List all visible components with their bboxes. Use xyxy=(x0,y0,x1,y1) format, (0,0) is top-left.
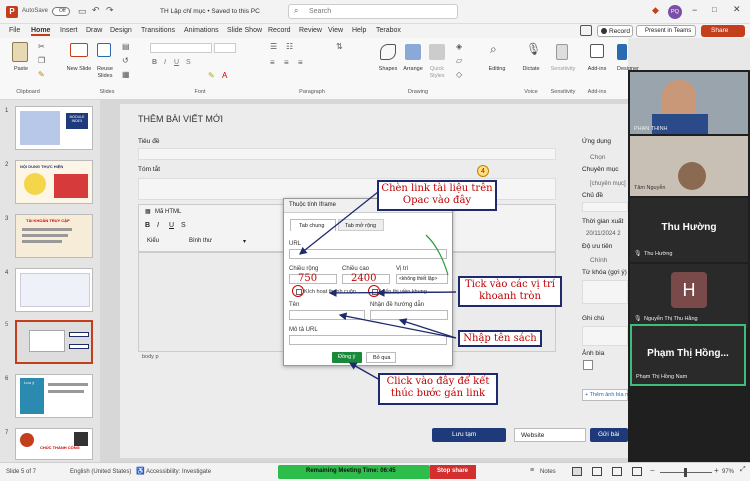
green-check-mark xyxy=(425,234,449,276)
participant-tile-5[interactable]: Phạm Thị Hồng... Phạm Thị Hồng Nam xyxy=(630,324,746,386)
zoom-slider-thumb[interactable] xyxy=(684,468,687,477)
meeting-time: Remaining Meeting Time: 06:45 xyxy=(306,468,396,474)
participant-big-name: Phạm Thị Hồng... xyxy=(647,348,729,359)
participant-name: PHAN THINH xyxy=(634,126,668,132)
mic-icon: 🎙 xyxy=(634,316,642,322)
participant-tile-1[interactable]: PHAN THINH xyxy=(630,72,748,134)
callout-click-finish: Click vào đây để kết thúc bước gán link xyxy=(378,373,498,405)
mic-icon: 🎙 xyxy=(634,251,642,257)
callout-tick-checkboxes: Tick vào các vị trí khoanh tròn xyxy=(458,276,562,307)
participant-big-name: Thu Hường xyxy=(661,222,717,233)
participant-name: Nguyễn Thị Thu Hằng xyxy=(644,316,698,322)
arrow-ok xyxy=(348,362,381,381)
fit-slide-icon[interactable]: ⤢ xyxy=(740,466,746,474)
slideshow-icon[interactable] xyxy=(632,467,642,476)
meeting-video-panel: PHAN THINH Tâm Nguyễn Thu Hường 🎙 Thu Hư… xyxy=(628,70,750,462)
slide-sorter-icon[interactable] xyxy=(592,467,602,476)
callout-enter-book-name: Nhập tên sách xyxy=(458,330,542,347)
reading-view-icon[interactable] xyxy=(612,467,622,476)
arrow-name-1 xyxy=(338,312,457,339)
language[interactable]: English (United States) xyxy=(70,469,131,475)
participant-tile-3[interactable]: Thu Hường 🎙 Thu Hường xyxy=(630,198,748,262)
step-badge: 4 xyxy=(477,165,489,177)
accessibility-icon[interactable]: ♿ xyxy=(136,467,145,475)
participant-avatar: H xyxy=(671,272,707,308)
stop-share-button[interactable]: Stop share xyxy=(430,465,476,479)
callout-insert-link: Chèn link tài liệu trên Opac vào đây xyxy=(377,180,497,211)
notes-button[interactable]: Notes xyxy=(540,469,556,475)
participant-name: Tâm Nguyễn xyxy=(634,185,666,191)
zoom-in-icon[interactable]: + xyxy=(714,466,719,475)
arrow-url xyxy=(298,191,379,255)
meeting-time-banner: Remaining Meeting Time: 06:45 xyxy=(278,465,430,479)
notes-icon[interactable]: ≡ xyxy=(530,467,534,474)
participant-name: Thu Hường xyxy=(644,251,673,257)
participant-tile-2[interactable]: Tâm Nguyễn xyxy=(630,136,748,196)
slide-counter: Slide 5 of 7 xyxy=(6,469,37,475)
participant-tile-4[interactable]: H 🎙 Nguyễn Thị Thu Hằng xyxy=(630,264,748,328)
status-bar: Slide 5 of 7 English (United States) ♿ A… xyxy=(0,462,750,481)
participant-face xyxy=(678,162,706,190)
zoom-out-icon[interactable]: − xyxy=(650,466,655,475)
zoom-level[interactable]: 97% xyxy=(722,469,734,475)
accessibility-status[interactable]: Accessibility: Investigate xyxy=(146,469,211,475)
normal-view-icon[interactable] xyxy=(572,467,582,476)
stop-share-label: Stop share xyxy=(437,468,469,474)
participant-name: Phạm Thị Hồng Nam xyxy=(636,374,688,380)
